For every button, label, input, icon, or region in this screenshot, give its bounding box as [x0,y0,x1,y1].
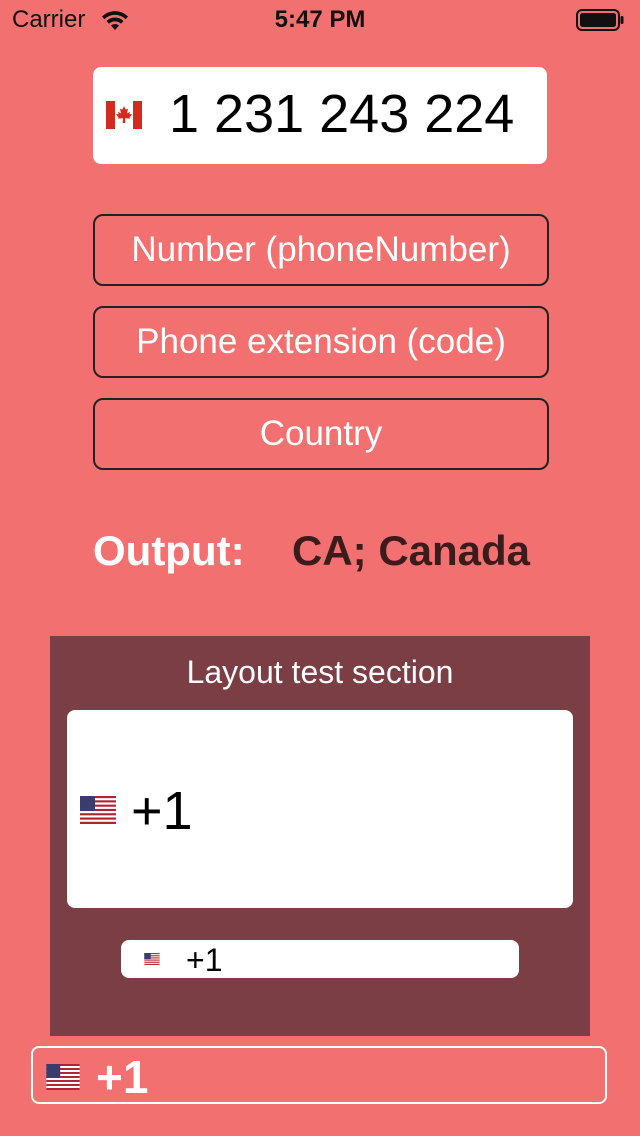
country-button[interactable]: Country [93,398,549,470]
layout-test-title: Layout test section [186,654,454,690]
small-field-value[interactable]: +1 [186,942,222,979]
output-label: Output: [93,527,245,574]
small-phone-field[interactable]: +1 [121,940,519,978]
large-phone-field[interactable]: +1 [67,710,573,908]
us-flag-icon[interactable] [144,953,160,965]
status-bar: Carrier 5:47 PM [0,0,640,40]
us-flag-icon[interactable] [80,796,116,824]
status-time: 5:47 PM [274,6,366,33]
us-flag-icon[interactable] [45,1064,81,1090]
phone-extension-button[interactable]: Phone extension (code) [93,306,549,378]
phone-number-value[interactable]: 1 231 243 224 [169,83,514,145]
battery-icon [576,9,624,31]
number-button[interactable]: Number (phoneNumber) [93,214,549,286]
output-value: CA; Canada [292,527,531,574]
canada-flag-icon[interactable] [106,101,142,129]
layout-test-section: Layout test section +1 +1 [50,636,590,1036]
bottom-phone-field[interactable]: +1 [31,1046,607,1104]
large-field-value[interactable]: +1 [131,780,193,842]
phone-number-field[interactable]: 1 231 243 224 [93,67,547,164]
bottom-field-value[interactable]: +1 [96,1050,148,1104]
